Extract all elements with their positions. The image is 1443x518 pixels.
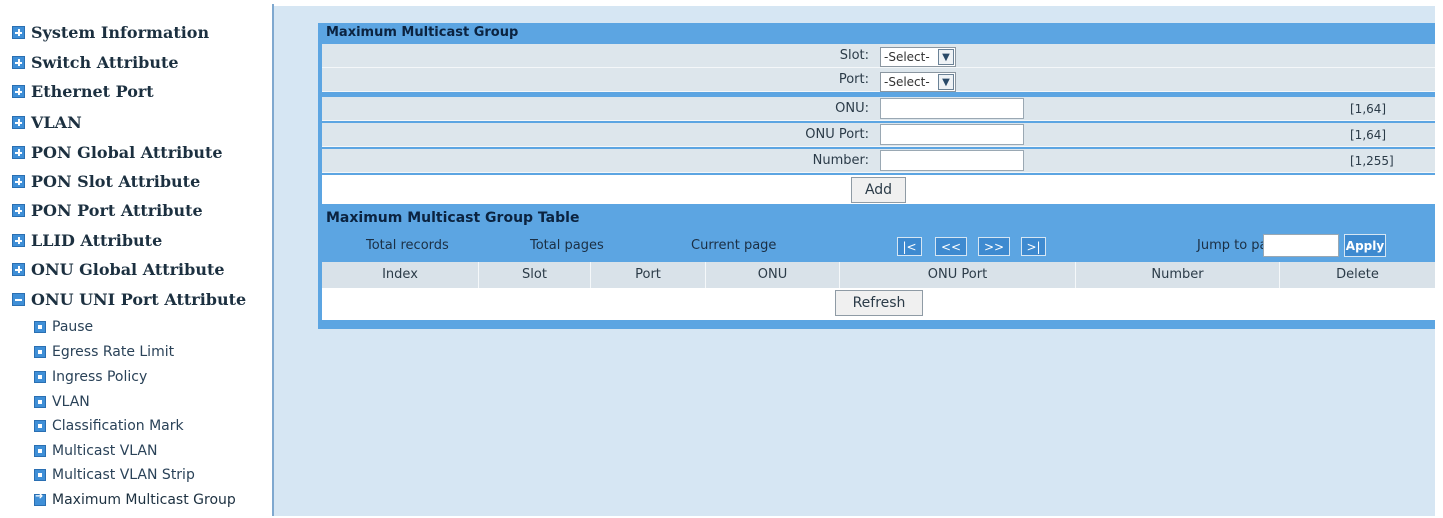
sidebar-item-onu-global-attribute[interactable]: ONU Global Attribute (12, 257, 225, 281)
page-icon (34, 371, 46, 383)
sidebar-item-label: ONU UNI Port Attribute (31, 289, 247, 309)
column-header-port: Port (591, 262, 706, 288)
plus-icon (12, 233, 25, 247)
column-header-delete: Delete (1336, 267, 1379, 282)
total-pages-label: Total pages (530, 238, 604, 253)
port-row: Port: (322, 68, 1435, 92)
page-icon (34, 346, 46, 358)
sidebar-item-label: Ethernet Port (31, 81, 154, 101)
plus-icon (12, 174, 25, 188)
page-icon (34, 469, 46, 481)
sidebar-item-label: VLAN (31, 112, 82, 132)
add-button[interactable]: Add (851, 177, 906, 203)
sidebar-subitem-label: Classification Mark (52, 418, 184, 434)
plus-icon (12, 203, 25, 217)
pagination-row: Total records Total pages Current page |… (322, 232, 1435, 260)
arrow-right-icon (34, 491, 46, 506)
apply-button[interactable]: Apply (1344, 234, 1386, 257)
slot-select-value: -Select- (884, 50, 930, 64)
sidebar-item-label: LLID Attribute (31, 230, 163, 250)
column-header-onu: ONU (706, 262, 840, 288)
sidebar-subitem-multicast-vlan-strip[interactable]: Multicast VLAN Strip (34, 464, 195, 486)
page-icon (34, 420, 46, 432)
slot-label: Slot: (839, 48, 869, 63)
onu-input[interactable] (880, 98, 1024, 119)
total-records-label: Total records (366, 238, 449, 253)
column-header-onu-port: ONU Port (840, 262, 1076, 288)
sidebar-item-pon-global-attribute[interactable]: PON Global Attribute (12, 140, 223, 164)
column-header-slot: Slot (479, 262, 591, 288)
sidebar-subitem-label: Ingress Policy (52, 369, 148, 385)
refresh-button[interactable]: Refresh (835, 290, 923, 316)
sidebar-subitem-label: VLAN (52, 394, 90, 410)
sidebar-item-vlan[interactable]: VLAN (12, 110, 82, 134)
sidebar-subitem-label: Maximum Multicast Group (52, 492, 236, 508)
page-icon (34, 445, 46, 457)
sidebar-subitem-maximum-multicast-group[interactable]: Maximum Multicast Group (34, 489, 236, 511)
onu-port-range: [1,64] (1350, 128, 1387, 142)
sidebar-item-label: PON Slot Attribute (31, 171, 201, 191)
last-page-button[interactable]: >| (1021, 237, 1046, 256)
sidebar-item-label: ONU Global Attribute (31, 259, 225, 279)
page-icon (34, 321, 46, 333)
sidebar-item-pon-port-attribute[interactable]: PON Port Attribute (12, 198, 203, 222)
plus-icon (12, 55, 25, 69)
number-row: Number: [1,255] (322, 149, 1435, 173)
chevron-down-icon: ▼ (938, 49, 954, 65)
sidebar-subitem-vlan[interactable]: VLAN (34, 391, 90, 413)
slot-row: Slot: (322, 44, 1435, 68)
port-label: Port: (838, 72, 869, 87)
first-page-button[interactable]: |< (897, 237, 922, 256)
onu-range: [1,64] (1350, 102, 1387, 116)
onu-port-row: ONU Port: [1,64] (322, 123, 1435, 147)
number-range: [1,255] (1350, 154, 1394, 168)
sidebar-item-switch-attribute[interactable]: Switch Attribute (12, 50, 179, 74)
plus-icon (12, 25, 25, 39)
port-select[interactable]: -Select- ▼ (880, 72, 956, 92)
sidebar-item-system-information[interactable]: System Information (12, 20, 209, 44)
sidebar-nav: System Information Switch Attribute Ethe… (0, 0, 272, 518)
sidebar-subitem-classification-mark[interactable]: Classification Mark (34, 415, 184, 437)
sidebar-subitem-pause[interactable]: Pause (34, 316, 93, 338)
sidebar-item-llid-attribute[interactable]: LLID Attribute (12, 228, 162, 252)
form-title: Maximum Multicast Group (318, 23, 1435, 43)
sidebar-subitem-multicast-vlan[interactable]: Multicast VLAN (34, 440, 157, 462)
sidebar-subitem-egress-rate-limit[interactable]: Egress Rate Limit (34, 341, 174, 363)
sidebar-subitem-label: Egress Rate Limit (52, 344, 175, 360)
onu-port-label: ONU Port: (805, 127, 869, 142)
number-input[interactable] (880, 150, 1024, 171)
sidebar-item-label: PON Port Attribute (31, 200, 203, 220)
plus-icon (12, 115, 25, 129)
sidebar-subitem-label: Pause (52, 319, 94, 335)
sidebar-item-ethernet-port[interactable]: Ethernet Port (12, 79, 154, 103)
column-header-number: Number (1076, 262, 1280, 288)
sidebar-subitem-label: Multicast VLAN Strip (52, 467, 195, 483)
column-header-index: Index (322, 262, 479, 288)
sidebar-item-label: Switch Attribute (31, 52, 179, 72)
onu-row: ONU: [1,64] (322, 97, 1435, 121)
plus-icon (12, 145, 25, 159)
chevron-down-icon: ▼ (938, 74, 954, 90)
port-select-value: -Select- (884, 75, 930, 89)
prev-page-button[interactable]: << (935, 237, 967, 256)
slot-select[interactable]: -Select- ▼ (880, 47, 956, 67)
sidebar-subitem-label: Multicast VLAN (52, 443, 158, 459)
plus-icon (12, 84, 25, 98)
plus-icon (12, 262, 25, 276)
table-header: Index Slot Port ONU ONU Port Number Dele… (322, 262, 1435, 288)
sidebar-item-label: System Information (31, 22, 210, 42)
onu-port-input[interactable] (880, 124, 1024, 145)
table-title: Maximum Multicast Group Table (318, 207, 1435, 229)
sidebar-item-pon-slot-attribute[interactable]: PON Slot Attribute (12, 169, 200, 193)
page-icon (34, 396, 46, 408)
minus-icon (12, 292, 25, 306)
sidebar-item-label: PON Global Attribute (31, 142, 223, 162)
current-page-label: Current page (691, 238, 777, 253)
next-page-button[interactable]: >> (978, 237, 1010, 256)
jump-page-input[interactable] (1263, 234, 1339, 257)
onu-label: ONU: (835, 101, 869, 116)
number-label: Number: (812, 153, 869, 168)
sidebar-subitem-ingress-policy[interactable]: Ingress Policy (34, 366, 147, 388)
sidebar-item-onu-uni-port-attribute[interactable]: ONU UNI Port Attribute (12, 287, 246, 311)
